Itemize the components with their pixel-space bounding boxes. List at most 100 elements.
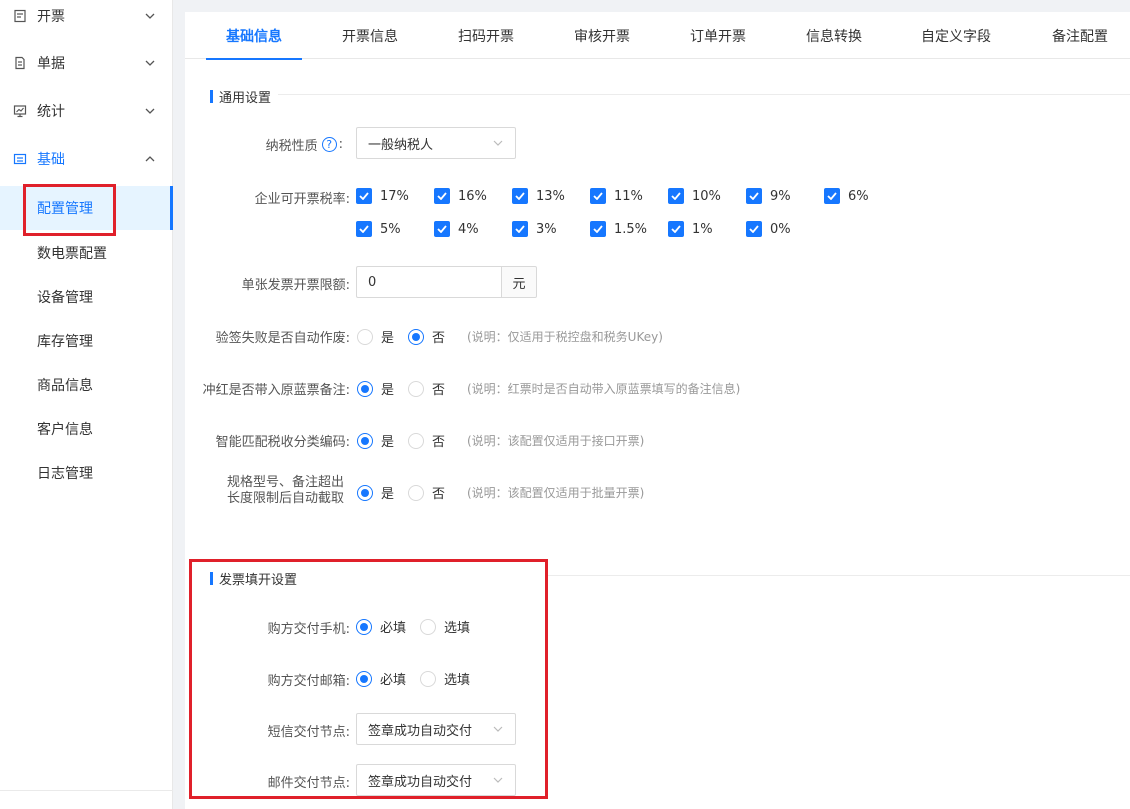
tax-rate-checkbox[interactable]: 13%	[512, 188, 565, 204]
auto-truncate-no-radio[interactable]: 否	[408, 483, 445, 502]
tax-rate-label: 5%	[380, 221, 401, 237]
buyer-phone-required-radio[interactable]: 必填	[356, 617, 406, 636]
radio-label: 必填	[380, 673, 407, 688]
tax-rate-checkbox[interactable]: 17%	[356, 188, 409, 204]
sidebar-item-device-management[interactable]: 设备管理	[0, 275, 173, 319]
tax-rate-label: 3%	[536, 221, 557, 237]
mail-node-value: 签章成功自动交付	[368, 774, 473, 790]
smart-match-yes-radio[interactable]: 是	[357, 431, 394, 450]
radio-circle	[357, 484, 373, 501]
sidebar-group-invoicing[interactable]: 开票	[0, 0, 173, 38]
tab-order-invoice[interactable]: 订单开票	[678, 12, 758, 59]
buyer-phone-optional-radio[interactable]: 选填	[420, 617, 470, 636]
auto-truncate-yes-radio[interactable]: 是	[357, 483, 394, 502]
tax-rate-label: 17%	[380, 188, 409, 204]
tab-remark-config[interactable]: 备注配置	[1040, 12, 1120, 59]
invoice-limit-unit: 元	[501, 266, 537, 298]
radio-circle	[357, 432, 373, 449]
radio-label: 是	[381, 487, 395, 502]
invoice-icon	[12, 8, 28, 24]
checkmark-icon	[512, 221, 528, 237]
sidebar-group-documents[interactable]: 单据	[0, 41, 173, 85]
checkmark-icon	[746, 188, 762, 204]
tax-rate-checkbox[interactable]: 10%	[668, 188, 721, 204]
radio-label: 否	[432, 331, 446, 346]
chevron-down-icon	[144, 10, 156, 22]
auto-void-note: (说明：仅适用于税控盘和税务UKey)	[467, 330, 663, 344]
taxpayer-type-select[interactable]: 一般纳税人	[356, 127, 516, 159]
tax-rate-checkbox[interactable]: 0%	[746, 221, 791, 237]
tax-rate-checkbox[interactable]: 16%	[434, 188, 487, 204]
sidebar: 开票 单据 统计 基础 配置管理 数电票配置 设备管理 库存管理 商品信息 客户…	[0, 0, 173, 809]
sidebar-item-label: 数电票配置	[37, 246, 107, 262]
sidebar-item-e-invoice-config[interactable]: 数电票配置	[0, 231, 173, 275]
checkmark-icon	[512, 188, 528, 204]
help-icon[interactable]: ?	[321, 137, 337, 152]
red-remark-yes-radio[interactable]: 是	[357, 379, 394, 398]
invoice-limit-label: 单张发票开票限额:	[241, 278, 350, 293]
sidebar-group-statistics[interactable]: 统计	[0, 89, 173, 133]
tab-basic-info[interactable]: 基础信息	[206, 12, 302, 60]
radio-circle	[420, 618, 436, 635]
sidebar-item-inventory-management[interactable]: 库存管理	[0, 319, 173, 363]
red-remark-label: 冲红是否带入原蓝票备注:	[202, 383, 350, 398]
chevron-up-icon	[144, 153, 156, 165]
section-divider	[278, 94, 1130, 95]
sidebar-item-customer-info[interactable]: 客户信息	[0, 407, 173, 451]
sms-node-value: 签章成功自动交付	[368, 723, 473, 739]
sidebar-item-config-management[interactable]: 配置管理	[0, 186, 173, 230]
radio-label: 必填	[380, 621, 407, 636]
auto-void-no-radio[interactable]: 否	[408, 327, 445, 346]
auto-truncate-note: (说明：该配置仅适用于批量开票)	[467, 486, 645, 500]
tax-rate-label: 16%	[458, 188, 487, 204]
buyer-email-required-radio[interactable]: 必填	[356, 669, 406, 688]
tab-review-invoice[interactable]: 审核开票	[562, 12, 642, 59]
radio-label: 选填	[444, 673, 471, 688]
sidebar-item-label: 商品信息	[37, 378, 93, 394]
main-panel: 基础信息 开票信息 扫码开票 审核开票 订单开票 信息转换 自定义字段 备注配置…	[185, 12, 1130, 809]
red-remark-no-radio[interactable]: 否	[408, 379, 445, 398]
buyer-phone-label: 购方交付手机:	[267, 622, 350, 637]
section-title-text: 通用设置	[219, 91, 272, 106]
tax-rates-label: 企业可开票税率:	[254, 192, 350, 207]
document-icon	[12, 55, 28, 71]
tax-rate-label: 11%	[614, 188, 643, 204]
radio-circle	[356, 670, 372, 687]
checkmark-icon	[590, 188, 606, 204]
mail-node-select[interactable]: 签章成功自动交付	[356, 764, 516, 796]
tax-rate-checkbox[interactable]: 5%	[356, 221, 401, 237]
tax-rate-checkbox[interactable]: 3%	[512, 221, 557, 237]
smart-match-label: 智能匹配税收分类编码:	[215, 435, 350, 450]
sms-node-select[interactable]: 签章成功自动交付	[356, 713, 516, 745]
tax-rate-checkbox[interactable]: 11%	[590, 188, 643, 204]
radio-circle	[356, 618, 372, 635]
sidebar-item-log-management[interactable]: 日志管理	[0, 451, 173, 495]
auto-void-yes-radio[interactable]: 是	[357, 327, 394, 346]
checkmark-icon	[668, 188, 684, 204]
tax-rate-checkbox[interactable]: 9%	[746, 188, 791, 204]
tax-rate-checkbox[interactable]: 1.5%	[590, 221, 647, 237]
tax-rate-checkbox[interactable]: 4%	[434, 221, 479, 237]
tab-custom-fields[interactable]: 自定义字段	[911, 12, 1001, 59]
tax-rate-checkbox[interactable]: 6%	[824, 188, 869, 204]
checkmark-icon	[434, 188, 450, 204]
tab-invoice-info[interactable]: 开票信息	[330, 12, 410, 59]
radio-label: 否	[432, 383, 446, 398]
checkmark-icon	[356, 188, 372, 204]
buyer-email-optional-radio[interactable]: 选填	[420, 669, 470, 688]
tab-scan-invoice[interactable]: 扫码开票	[446, 12, 526, 59]
tab-info-conversion[interactable]: 信息转换	[794, 12, 874, 59]
radio-label: 是	[381, 383, 395, 398]
radio-circle	[408, 328, 424, 345]
smart-match-no-radio[interactable]: 否	[408, 431, 445, 450]
taxpayer-type-value: 一般纳税人	[368, 137, 434, 153]
mail-node-label: 邮件交付节点:	[267, 776, 350, 791]
tax-rate-label: 6%	[848, 188, 869, 204]
section-title-invoice-fill: 发票填开设置	[210, 569, 297, 588]
sidebar-group-label: 单据	[37, 56, 65, 72]
sidebar-group-basic[interactable]: 基础	[0, 137, 173, 181]
invoice-limit-input[interactable]	[356, 266, 501, 298]
sidebar-item-product-info[interactable]: 商品信息	[0, 363, 173, 407]
chart-icon	[12, 103, 28, 119]
tax-rate-checkbox[interactable]: 1%	[668, 221, 713, 237]
